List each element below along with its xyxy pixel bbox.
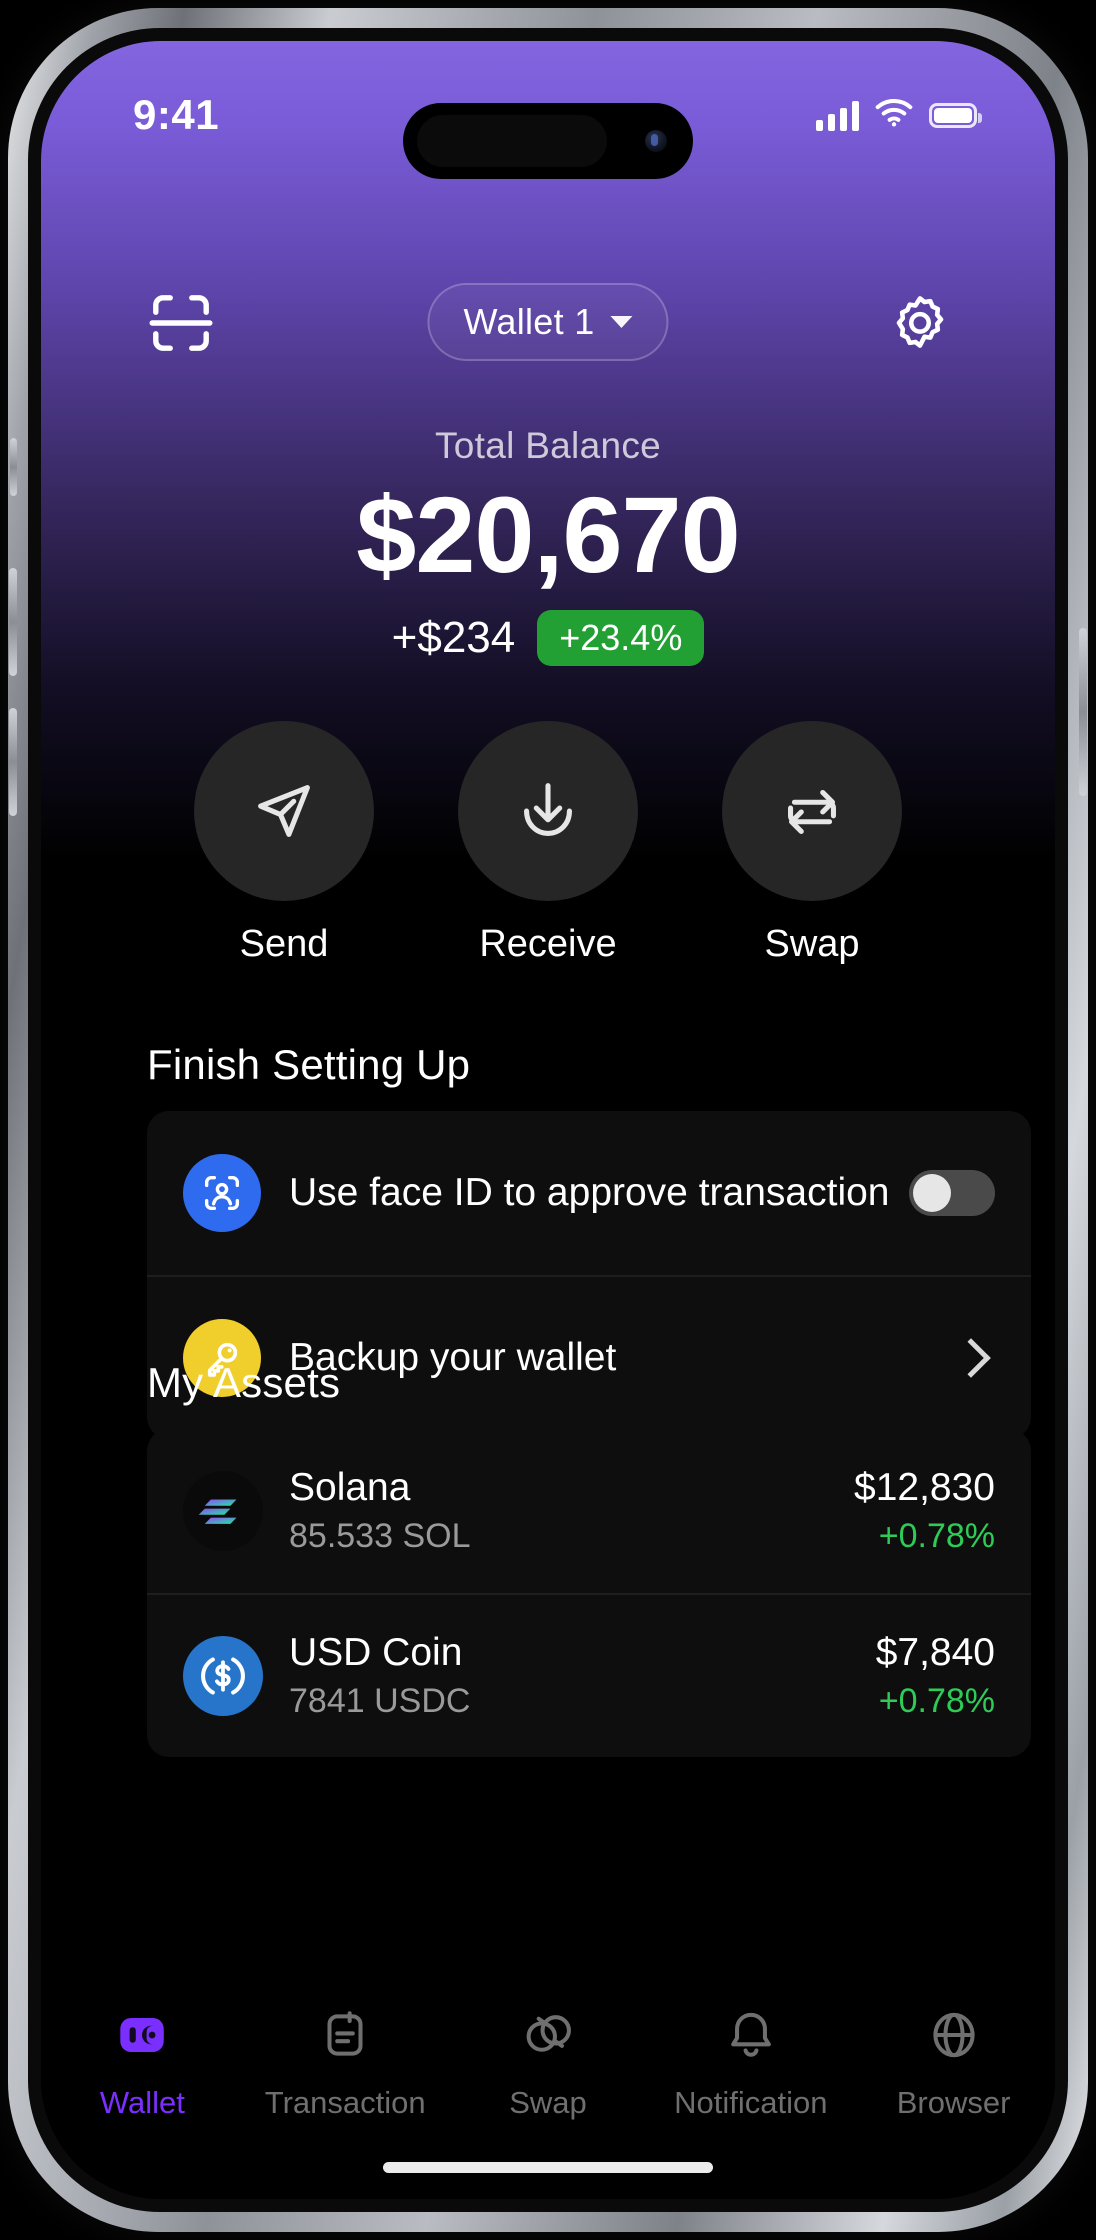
asset-info-solana: Solana 85.533 SOL xyxy=(289,1466,854,1556)
balance-change-row: +$234 +23.4% xyxy=(41,609,1055,666)
receive-label: Receive xyxy=(479,923,617,965)
toggle-knob xyxy=(913,1174,951,1212)
app-header: Wallet 1 xyxy=(41,269,1055,389)
setup-row-faceid-label: Use face ID to approve transaction xyxy=(289,1171,890,1214)
swap-icon xyxy=(722,721,902,901)
tab-transaction-label: Transaction xyxy=(264,2085,426,2120)
chevron-down-icon xyxy=(610,316,633,328)
receive-icon xyxy=(458,721,638,901)
asset-values-solana: $12,830 +0.78% xyxy=(854,1466,995,1556)
asset-name: Solana xyxy=(289,1466,411,1509)
solana-icon xyxy=(183,1471,263,1551)
balance-label: Total Balance xyxy=(434,425,662,466)
quick-actions: Send Receive Swap xyxy=(41,721,1055,966)
dynamic-island xyxy=(403,103,693,179)
signal-bars-icon xyxy=(816,100,859,131)
asset-row-solana[interactable]: Solana 85.533 SOL $12,830 +0.78% xyxy=(147,1429,1031,1593)
balance-change-amount: +$234 xyxy=(391,612,516,662)
tab-swap-label: Swap xyxy=(509,2085,587,2120)
send-button[interactable]: Send xyxy=(194,721,374,966)
asset-info-usdc: USD Coin 7841 USDC xyxy=(289,1631,876,1721)
volume-down-button[interactable] xyxy=(9,708,17,816)
bottom-tab-bar: Wallet Transaction Swap Notification Bro… xyxy=(41,1997,1055,2121)
send-label: Send xyxy=(239,923,329,965)
asset-value: $12,830 xyxy=(854,1466,995,1509)
receive-button[interactable]: Receive xyxy=(458,721,638,966)
tab-wallet-label: Wallet xyxy=(99,2085,185,2120)
home-indicator[interactable] xyxy=(383,2162,713,2173)
wallet-icon xyxy=(41,1997,244,2073)
volume-up-button[interactable] xyxy=(9,568,17,676)
battery-icon xyxy=(929,103,982,128)
tab-transaction[interactable]: Transaction xyxy=(244,1997,447,2121)
phone-screen: 9:41 Wallet 1 Total Balance $20,670 +$23… xyxy=(41,41,1055,2199)
asset-row-usdc[interactable]: USD Coin 7841 USDC $7,840 +0.78% xyxy=(147,1593,1031,1757)
face-id-toggle[interactable] xyxy=(909,1170,995,1216)
swap-label: Swap xyxy=(764,923,860,965)
tab-browser[interactable]: Browser xyxy=(852,1997,1055,2121)
gear-icon[interactable] xyxy=(885,287,955,357)
asset-change: +0.78% xyxy=(878,1682,995,1720)
assets-section-title: My Assets xyxy=(147,1359,341,1406)
swap-circles-icon xyxy=(447,1997,650,2073)
wallet-selector[interactable]: Wallet 1 xyxy=(427,283,669,361)
usdc-icon xyxy=(183,1636,263,1716)
power-button[interactable] xyxy=(1079,628,1087,796)
asset-amount: 85.533 SOL xyxy=(289,1517,471,1555)
wallet-app: 9:41 Wallet 1 Total Balance $20,670 +$23… xyxy=(41,41,1055,2199)
bell-icon xyxy=(649,1997,852,2073)
setup-row-faceid[interactable]: Use face ID to approve transaction xyxy=(147,1111,1031,1275)
wifi-icon xyxy=(875,99,913,132)
wallet-selector-label: Wallet 1 xyxy=(463,301,595,342)
tab-swap[interactable]: Swap xyxy=(447,1997,650,2121)
status-bar-icons xyxy=(816,99,982,132)
setup-row-backup-label: Backup your wallet xyxy=(289,1336,617,1379)
chevron-right-icon xyxy=(951,1338,991,1378)
asset-change: +0.78% xyxy=(878,1517,995,1555)
assets-card: Solana 85.533 SOL $12,830 +0.78% USD Coi… xyxy=(147,1429,1031,1757)
balance-section: Total Balance $20,670 +$234 +23.4% xyxy=(41,425,1055,666)
front-camera-icon xyxy=(645,130,667,152)
face-id-icon xyxy=(183,1154,261,1232)
asset-amount: 7841 USDC xyxy=(289,1682,471,1720)
phone-frame: 9:41 Wallet 1 Total Balance $20,670 +$23… xyxy=(8,8,1088,2232)
send-icon xyxy=(194,721,374,901)
asset-name: USD Coin xyxy=(289,1631,463,1674)
setup-section-title: Finish Setting Up xyxy=(147,1041,471,1088)
scan-icon[interactable] xyxy=(145,287,217,359)
asset-values-usdc: $7,840 +0.78% xyxy=(876,1631,995,1721)
balance-amount: $20,670 xyxy=(356,474,740,595)
document-icon xyxy=(244,1997,447,2073)
tab-browser-label: Browser xyxy=(896,2085,1011,2120)
asset-value: $7,840 xyxy=(875,1631,995,1674)
silent-switch[interactable] xyxy=(10,438,17,496)
tab-notification-label: Notification xyxy=(674,2085,828,2120)
status-bar-time: 9:41 xyxy=(133,91,220,138)
phone-bezel: 9:41 Wallet 1 Total Balance $20,670 +$23… xyxy=(28,28,1068,2212)
balance-change-badge: +23.4% xyxy=(537,609,705,666)
swap-button[interactable]: Swap xyxy=(722,721,902,966)
island-pill xyxy=(417,115,607,167)
setup-row-backup[interactable]: Backup your wallet xyxy=(147,1275,1031,1439)
tab-wallet[interactable]: Wallet xyxy=(41,1997,244,2121)
screenshot-stage: 9:41 Wallet 1 Total Balance $20,670 +$23… xyxy=(0,0,1096,2240)
tab-notification[interactable]: Notification xyxy=(649,1997,852,2121)
globe-icon xyxy=(852,1997,1055,2073)
